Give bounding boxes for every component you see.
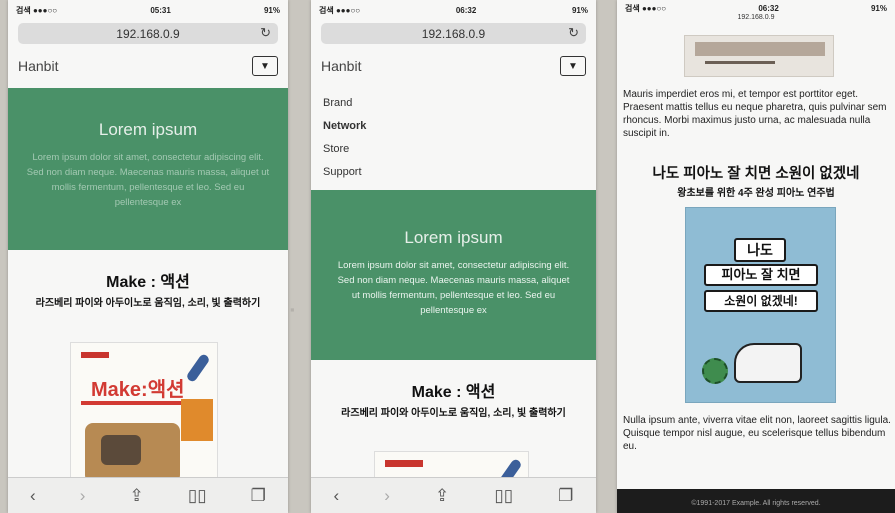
browser-toolbar: ‹ › ⇪ ▯▯ ❐: [8, 477, 288, 513]
book-tag: [385, 460, 423, 467]
menu-item-support[interactable]: Support: [323, 161, 596, 184]
piano-illustration: [734, 343, 802, 383]
battery-label: 91%: [263, 5, 280, 15]
hero-title: Lorem ipsum: [98, 120, 198, 139]
share-icon[interactable]: ⇪: [130, 486, 144, 506]
book-tag: [81, 352, 109, 358]
status-bar: 검색 ●●●○○ 06:32 91%: [311, 0, 596, 20]
book-orange-block: [181, 399, 213, 441]
forward-arrow-icon[interactable]: ›: [384, 486, 390, 506]
menu-toggle-button[interactable]: ▼: [560, 56, 586, 76]
phone-screen-3: 검색 ●●●○○ 06:32 91% 192.168.0.9 Mauris im…: [617, 0, 895, 513]
phone-screen-1: 검색 ●●●○○ 05:31 91% 192.168.0.9 ↻ Hanbit …: [8, 0, 288, 513]
image-line: [705, 61, 775, 64]
paragraph-1: Mauris imperdiet eros mi, et tempor est …: [623, 89, 887, 139]
address-bar[interactable]: 192.168.0.9 ↻: [18, 23, 278, 44]
hero-body: Lorem ipsum dolor sit amet, consectetur …: [337, 260, 570, 316]
previous-book-image[interactable]: [684, 35, 834, 77]
cover-line-2: 피아노 잘 치면: [704, 264, 818, 286]
status-bar: 검색 ●●●○○ 05:31 91%: [8, 0, 288, 20]
book-ribbon: [81, 401, 181, 405]
time-label: 06:32: [758, 3, 779, 13]
reload-icon[interactable]: ↻: [568, 25, 579, 41]
tabs-icon[interactable]: ❐: [251, 486, 266, 506]
section-title: Make : 액션: [106, 274, 190, 291]
book-cover-image[interactable]: Make:액션: [70, 342, 218, 487]
url-text: 192.168.0.9: [116, 26, 180, 41]
section-subtitle: 라즈베리 파이와 아두이노로 움직임, 소리, 빛 출력하기: [341, 408, 566, 419]
bookmarks-icon[interactable]: ▯▯: [494, 486, 513, 506]
battery-label: 91%: [870, 3, 887, 13]
chevron-down-icon: ▼: [260, 60, 270, 72]
back-arrow-icon[interactable]: ‹: [334, 486, 340, 506]
back-arrow-icon[interactable]: ‹: [30, 486, 36, 506]
carrier-label: 검색 ●●●○○: [625, 3, 667, 13]
url-text[interactable]: 192.168.0.9: [617, 14, 895, 21]
book-heading: 나도 피아노 잘 치면 소원이 없겠네: [652, 166, 860, 182]
hero-section: Lorem ipsum Lorem ipsum dolor sit amet, …: [8, 88, 288, 250]
forward-arrow-icon[interactable]: ›: [80, 486, 86, 506]
brand-link[interactable]: Hanbit: [321, 58, 361, 74]
page-footer: ©1991-2017 Example. All rights reserved.: [617, 489, 895, 513]
address-bar[interactable]: 192.168.0.9 ↻: [321, 23, 586, 44]
navbar: Hanbit ▼: [8, 44, 288, 88]
copyright-text: ©1991-2017 Example. All rights reserved.: [691, 500, 821, 507]
carrier-label: 검색 ●●●○○: [16, 5, 58, 15]
chevron-down-icon: ▼: [568, 60, 578, 72]
image-stripe: [695, 42, 825, 56]
nav-menu: Brand Network Store Support: [311, 88, 596, 184]
menu-item-brand[interactable]: Brand: [323, 92, 596, 115]
tabs-icon[interactable]: ❐: [558, 486, 573, 506]
robot-detail: [101, 435, 141, 465]
navbar: Hanbit ▼: [311, 44, 596, 88]
menu-item-store[interactable]: Store: [323, 138, 596, 161]
reload-icon[interactable]: ↻: [260, 25, 271, 41]
background-text: ▪: [290, 302, 295, 317]
section-title: Make : 액션: [411, 384, 496, 401]
hero-title: Lorem ipsum: [404, 228, 503, 247]
hero-body: Lorem ipsum dolor sit amet, consectetur …: [26, 152, 270, 208]
menu-toggle-button[interactable]: ▼: [252, 56, 278, 76]
battery-label: 91%: [571, 5, 588, 15]
carrier-label: 검색 ●●●○○: [319, 5, 361, 15]
cover-line-1: 나도: [734, 238, 786, 262]
hero-section: Lorem ipsum Lorem ipsum dolor sit amet, …: [311, 190, 596, 360]
phone-screen-2: 검색 ●●●○○ 06:32 91% 192.168.0.9 ↻ Hanbit …: [311, 0, 596, 513]
url-text: 192.168.0.9: [421, 26, 486, 41]
time-label: 05:31: [150, 5, 171, 15]
book-subheading: 왕초보를 위한 4주 완성 피아노 연주법: [677, 188, 835, 199]
menu-item-network[interactable]: Network: [323, 115, 596, 138]
time-label: 06:32: [455, 5, 477, 15]
book-cover-title: Make:액션: [91, 379, 185, 401]
paragraph-2: Nulla ipsum ante, viverra vitae elit non…: [623, 415, 891, 452]
section-subtitle: 라즈베리 파이와 아두이노로 움직임, 소리, 빛 출력하기: [35, 298, 261, 309]
bookmarks-icon[interactable]: ▯▯: [188, 486, 207, 506]
badge-icon: [702, 358, 728, 384]
share-icon[interactable]: ⇪: [435, 486, 449, 506]
screwdriver-icon: [185, 352, 211, 384]
cover-line-3: 소원이 없겠네!: [704, 290, 818, 312]
brand-link[interactable]: Hanbit: [18, 58, 58, 74]
browser-toolbar: ‹ › ⇪ ▯▯ ❐: [311, 477, 596, 513]
piano-book-cover-image[interactable]: 나도 피아노 잘 치면 소원이 없겠네!: [685, 207, 836, 403]
